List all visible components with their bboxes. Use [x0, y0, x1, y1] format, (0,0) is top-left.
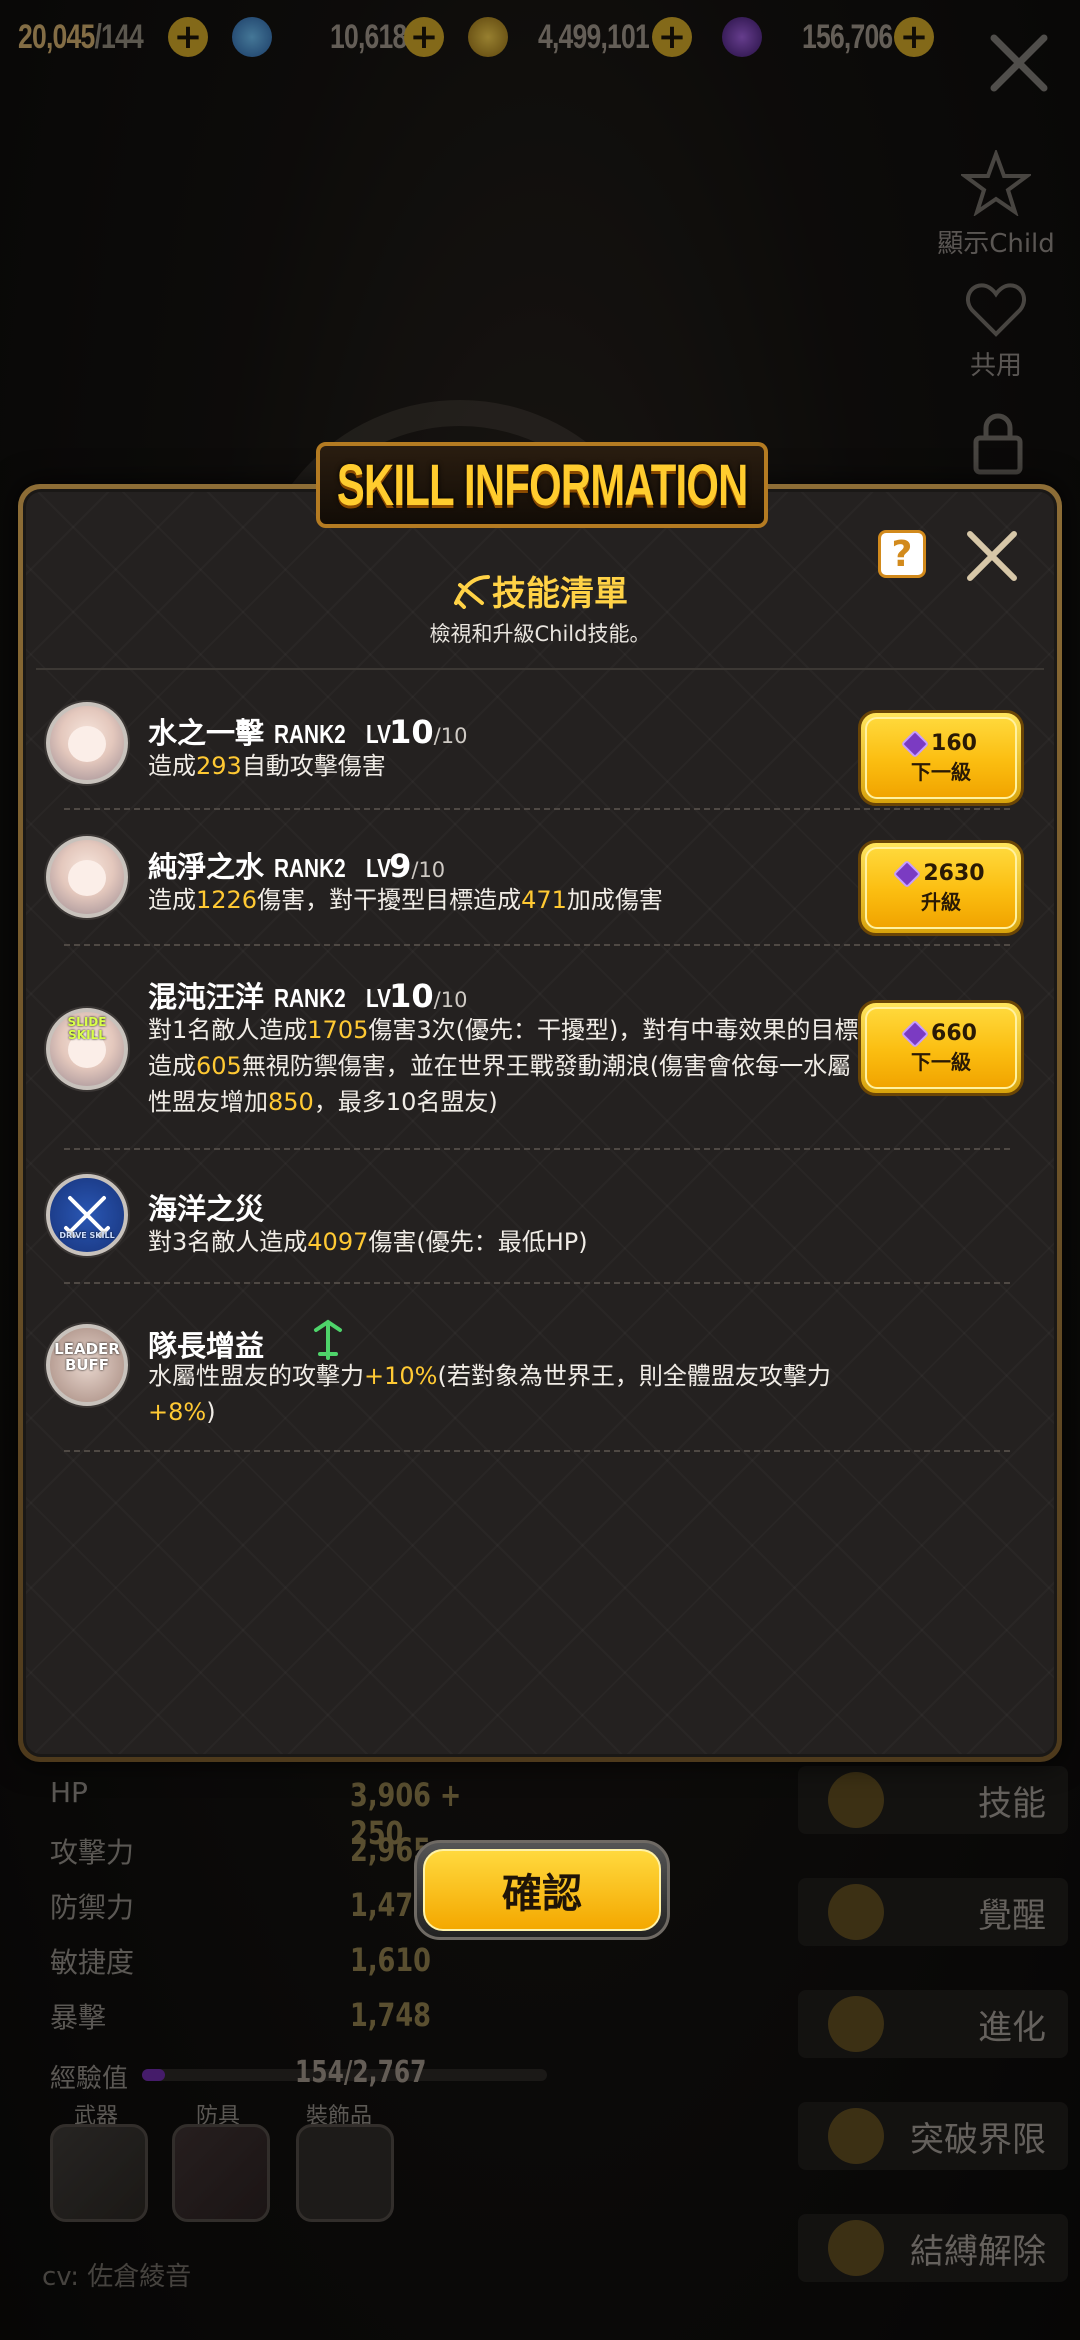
skill-upgrade-button-face: 2630 升級: [865, 847, 1017, 929]
skill-upgrade-button-face: 160 下一級: [865, 717, 1017, 799]
skill-value-highlight: 4097: [307, 1228, 369, 1256]
drive-skill-badge: DRIVE SKILL: [59, 1231, 115, 1240]
upgrade-cost-value: 660: [931, 1021, 977, 1046]
skill-list-heading: 技能清單: [0, 566, 1080, 615]
skill-rank: RANK2: [274, 983, 346, 1013]
skill-level: 10: [389, 977, 434, 1015]
skill-text: 自動攻擊傷害: [241, 752, 386, 780]
skill-text: 傷害(優先：最低HP): [368, 1228, 588, 1256]
skill-level-max: /10: [433, 988, 468, 1012]
skill-text: 無視防禦傷害，並在世界王戰發動潮浪(傷害會依每一水屬性盟友增加: [148, 1052, 852, 1116]
skill-row: LEADER BUFF 隊長增益 水屬性盟友的攻擊力+10%(若對象為世界王，則…: [36, 1294, 1044, 1444]
skill-level: 10: [389, 713, 434, 751]
skill-row: 純淨之水 RANK2 LV9/10 造成1226傷害，對干擾型目標造成471加成…: [36, 820, 1044, 938]
gem-icon: [893, 859, 922, 888]
character-face-icon: [68, 726, 106, 762]
skill-name: 海洋之災: [148, 1192, 265, 1226]
skill-name: 混沌汪洋: [148, 980, 265, 1014]
skill-text: ): [206, 1398, 216, 1426]
skill-upgrade-button-face: 660 下一級: [865, 1007, 1017, 1089]
skill-list-subheading: 檢視和升級Child技能。: [429, 622, 651, 646]
upgrade-cost-value: 2630: [923, 861, 985, 886]
skill-avatar: LEADER BUFF: [46, 1324, 128, 1406]
skill-level-max: /10: [411, 858, 446, 882]
skill-value-highlight: 471: [521, 886, 567, 914]
skill-description: 造成1226傷害，對干擾型目標造成471加成傷害: [148, 882, 868, 918]
skill-description: 對3名敵人造成4097傷害(優先：最低HP): [148, 1224, 868, 1260]
skill-value-highlight: 1705: [307, 1016, 369, 1044]
upgrade-label: 升級: [921, 890, 961, 914]
upgrade-cost: 660: [900, 1019, 977, 1048]
skill-value-highlight: 605: [196, 1052, 242, 1080]
divider: [64, 1148, 1010, 1150]
skill-text: (若對象為世界王，則全體盟友攻擊力: [437, 1362, 831, 1390]
skill-text: 對3名敵人造成: [148, 1228, 308, 1256]
confirm-label: 確認: [423, 1849, 661, 1931]
confirm-button[interactable]: 確認: [414, 1840, 670, 1940]
crossed-swords-icon: [64, 1196, 110, 1238]
skill-description: 水屬性盟友的攻擊力+10%(若對象為世界王，則全體盟友攻擊力 +8%): [148, 1358, 868, 1430]
skill-avatar: [46, 836, 128, 918]
skill-text: 造成: [148, 752, 196, 780]
skill-row: 水之一擊 RANK2 LV10/10 造成293自動攻擊傷害 160 下一級: [36, 692, 1044, 806]
divider: [64, 1450, 1010, 1452]
skill-level: 9: [389, 847, 412, 885]
skill-row: DRIVE SKILL 海洋之災 對3名敵人造成4097傷害(優先：最低HP): [36, 1160, 1044, 1280]
skill-level-prefix: LV: [365, 719, 391, 749]
skill-value-highlight: 1226: [196, 886, 258, 914]
upgrade-cost-value: 160: [931, 731, 977, 756]
skill-upgrade-button[interactable]: 660 下一級: [858, 1000, 1024, 1096]
skill-upgrade-button[interactable]: 2630 升級: [858, 840, 1024, 936]
skill-value-highlight: +8%: [148, 1398, 207, 1426]
skill-value-highlight: +10%: [364, 1362, 438, 1390]
upgrade-cost: 2630: [893, 859, 985, 888]
skill-description: 對1名敵人造成1705傷害3次(優先：干擾型)，對有中毒效果的目標造成605無視…: [148, 1012, 868, 1120]
skill-name: 純淨之水: [148, 850, 265, 884]
skill-level-max: /10: [433, 724, 468, 748]
skill-avatar: [46, 702, 128, 784]
skill-value-highlight: 850: [268, 1088, 314, 1116]
skill-avatar: SLIDE SKILL: [46, 1008, 128, 1090]
divider: [64, 944, 1010, 946]
panel-title: SKILL INFORMATION: [336, 452, 748, 518]
skill-title: 混沌汪洋 RANK2 LV10/10: [148, 974, 467, 1016]
skill-heading-icon: [454, 575, 490, 609]
gem-icon: [900, 729, 930, 758]
skill-text: 對1名敵人造成: [148, 1016, 308, 1044]
skill-text: 加成傷害: [566, 886, 663, 914]
skill-name: 水之一擊: [148, 716, 265, 750]
skill-level-prefix: LV: [365, 983, 391, 1013]
slide-skill-badge: SLIDE SKILL: [67, 1015, 107, 1042]
skill-description: 造成293自動攻擊傷害: [148, 748, 868, 784]
skill-level-prefix: LV: [365, 853, 391, 883]
character-face-icon: [68, 860, 106, 896]
skill-text: 水屬性盟友的攻擊力: [148, 1362, 364, 1390]
skill-rank: RANK2: [274, 719, 346, 749]
heading-text: 技能清單: [492, 574, 628, 614]
leader-buff-badge: LEADER BUFF: [54, 1340, 120, 1374]
skill-title: 水之一擊 RANK2 LV10/10: [148, 710, 467, 752]
panel-title-banner: SKILL INFORMATION: [316, 442, 768, 528]
divider: [64, 808, 1010, 810]
skill-upgrade-button[interactable]: 160 下一級: [858, 710, 1024, 806]
skill-value-highlight: 293: [196, 752, 242, 780]
skill-list: 水之一擊 RANK2 LV10/10 造成293自動攻擊傷害 160 下一級 純…: [36, 668, 1044, 1728]
divider: [64, 1282, 1010, 1284]
skill-rank: RANK2: [274, 853, 346, 883]
upgrade-label: 下一級: [911, 760, 971, 784]
upgrade-label: 下一級: [911, 1050, 971, 1074]
skill-text: 造成: [148, 886, 196, 914]
skill-avatar: DRIVE SKILL: [46, 1174, 128, 1256]
water-element-icon: [314, 1319, 343, 1360]
skill-title: 純淨之水 RANK2 LV9/10: [148, 844, 445, 886]
upgrade-cost: 160: [900, 729, 977, 758]
skill-text: 傷害，對干擾型目標造成: [257, 886, 522, 914]
skill-text: ，最多10名盟友): [313, 1088, 498, 1116]
skill-title: 海洋之災: [148, 1186, 264, 1228]
skill-row: SLIDE SKILL 混沌汪洋 RANK2 LV10/10 對1名敵人造成17…: [36, 956, 1044, 1146]
gem-icon: [900, 1019, 930, 1048]
